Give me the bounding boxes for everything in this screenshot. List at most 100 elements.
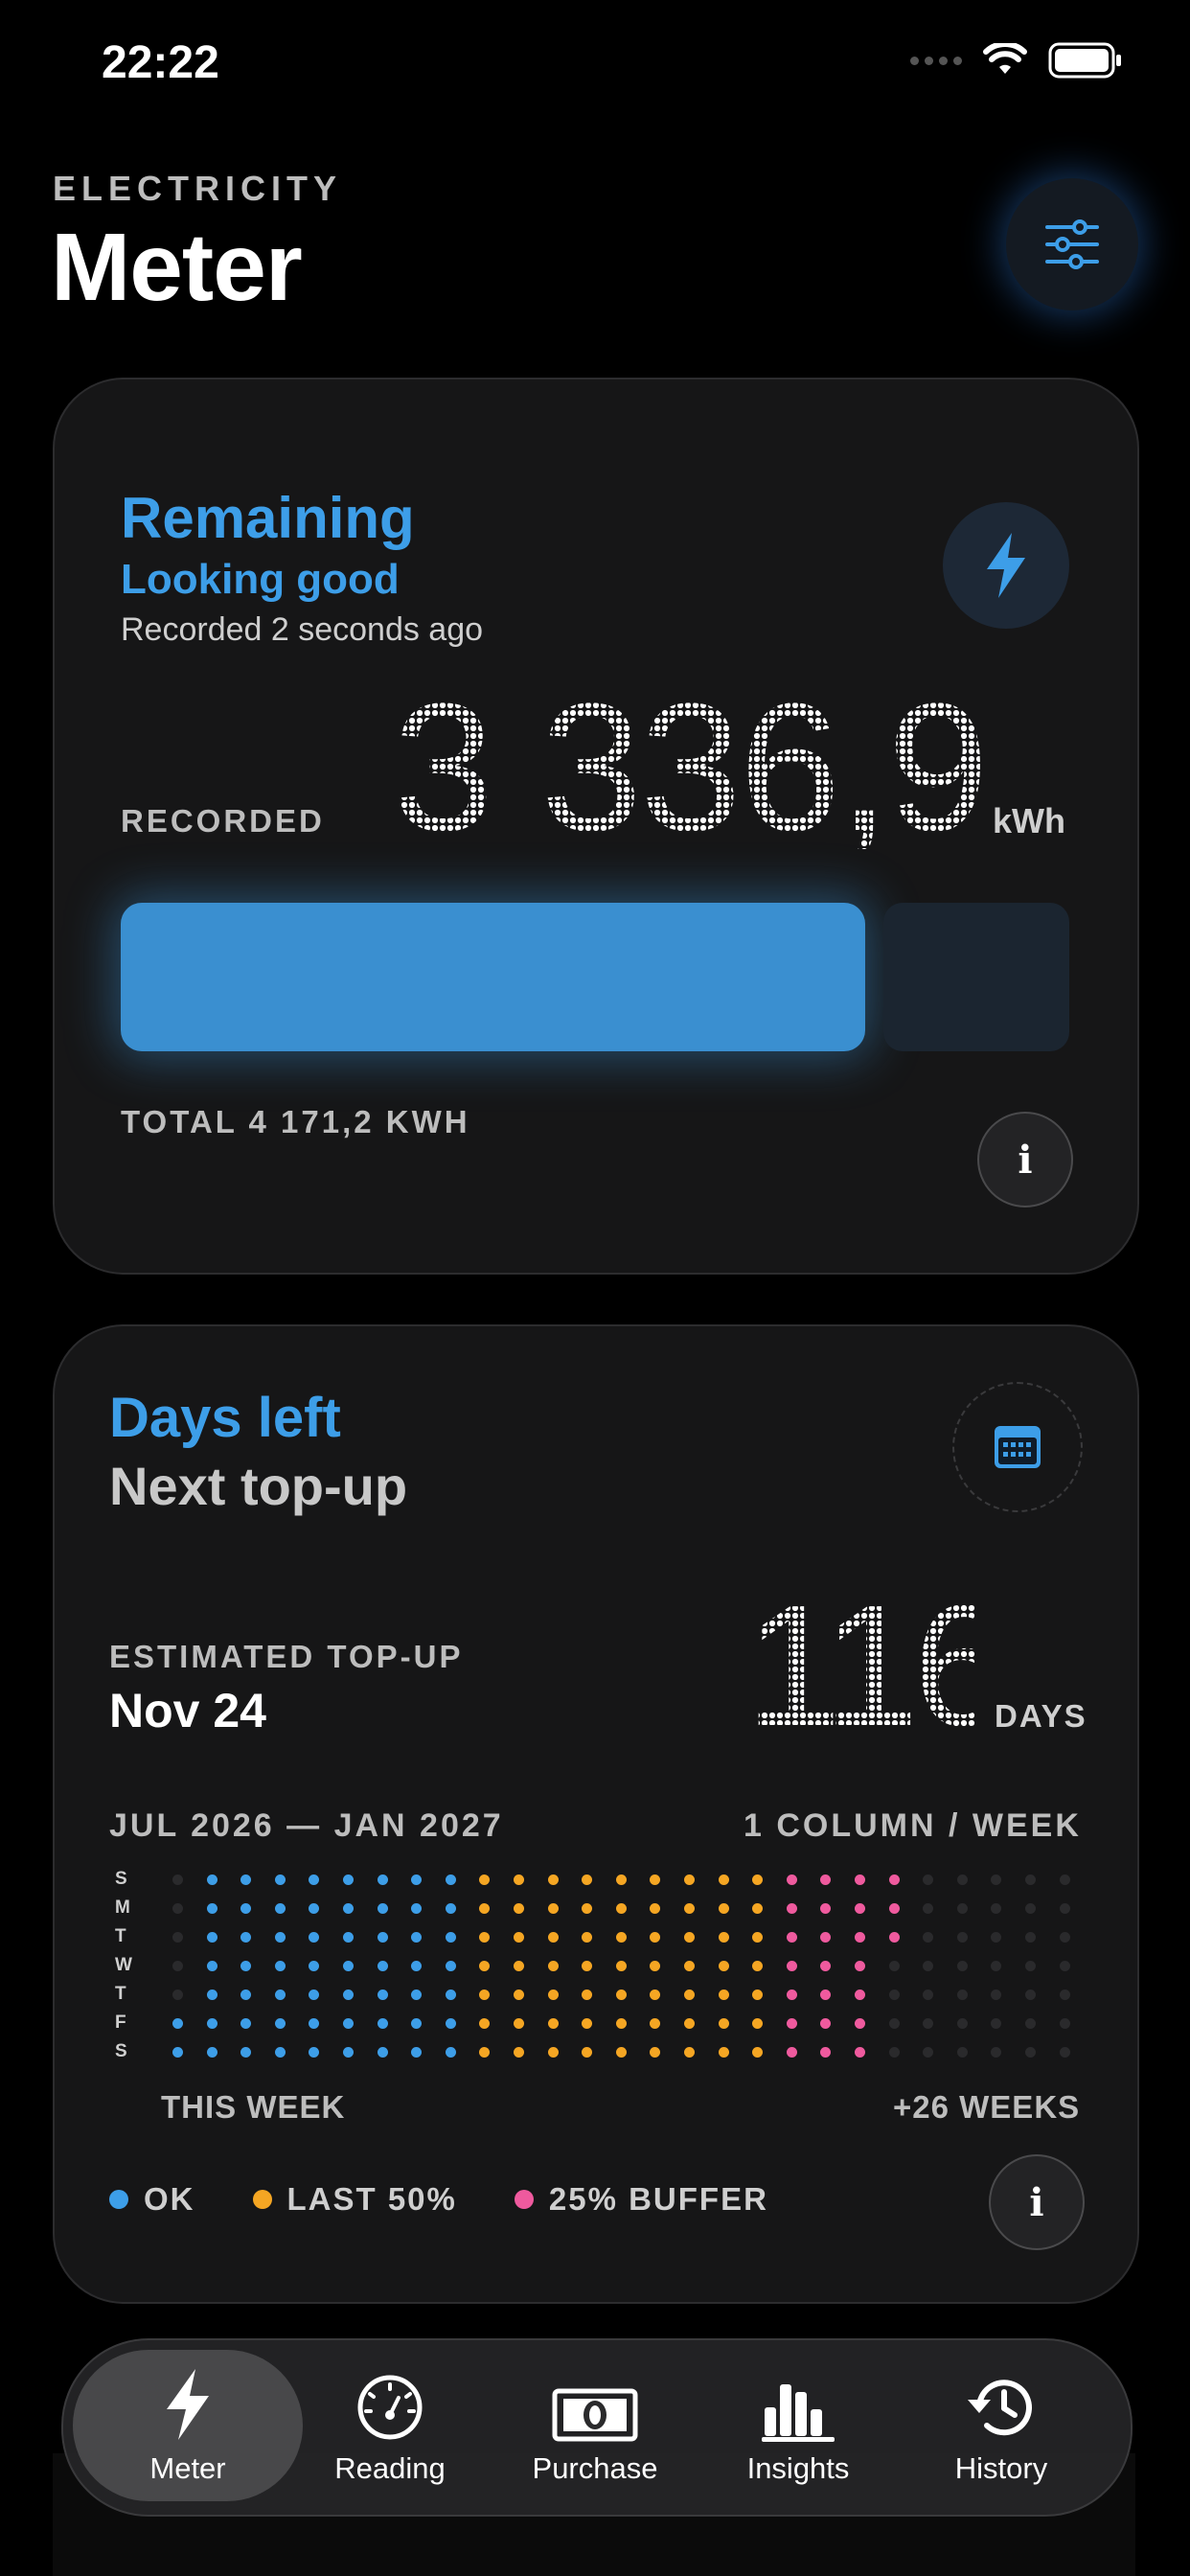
grid-dot — [547, 1932, 559, 1943]
calendar-icon — [995, 1426, 1041, 1468]
grid-dot — [445, 1932, 456, 1943]
grid-dot — [172, 1874, 183, 1885]
remaining-info-button[interactable]: i — [977, 1112, 1073, 1208]
clock-history-icon — [968, 2380, 1032, 2436]
days-left-subtitle: Next top-up — [109, 1456, 408, 1516]
sliders-icon — [1045, 219, 1099, 269]
tab-purchase[interactable]: Purchase — [494, 2350, 696, 2501]
grid-dot — [855, 1903, 865, 1914]
grid-dot — [786, 1932, 797, 1943]
grid-dot — [274, 1874, 286, 1885]
grid-dot — [855, 1990, 865, 2000]
grid-dot — [377, 1990, 388, 2000]
grid-dot — [377, 2047, 388, 2058]
grid-dot — [343, 1903, 354, 1914]
grid-dot — [445, 2018, 456, 2029]
grid-dot — [206, 2047, 217, 2058]
grid-dot — [1059, 1961, 1070, 1971]
settings-button[interactable] — [1006, 178, 1138, 310]
weekday-label: F — [115, 2012, 126, 2033]
tab-history[interactable]: History — [901, 2350, 1102, 2501]
tab-insights[interactable]: Insights — [698, 2350, 899, 2501]
meter-reading-display: 3 336,9 — [393, 686, 987, 849]
meter-reading-value: 3 336,9 — [393, 686, 987, 849]
remaining-bar-empty — [883, 903, 1069, 1051]
grid-dot — [786, 1903, 797, 1914]
grid-dot — [274, 2047, 286, 2058]
grid-dot — [172, 1961, 183, 1971]
tab-reading[interactable]: Reading — [289, 2350, 491, 2501]
grid-dot — [684, 1961, 695, 1971]
days-left-title: Days left — [109, 1387, 341, 1449]
page-title: Meter — [51, 214, 303, 321]
grid-dot — [1025, 2047, 1036, 2058]
grid-dot — [615, 1874, 627, 1885]
grid-dot — [377, 1961, 388, 1971]
grid-dot — [514, 1932, 524, 1943]
info-icon: i — [1029, 2179, 1044, 2225]
grid-dot — [514, 1961, 524, 1971]
grid-dot — [1025, 1932, 1036, 1943]
grid-dot — [547, 1990, 559, 2000]
grid-dot — [172, 1990, 183, 2000]
tab-label: Reading — [334, 2451, 446, 2485]
grid-dot — [1059, 1932, 1070, 1943]
weekday-label: M — [115, 1898, 130, 1918]
grid-dot — [855, 1874, 865, 1885]
grid-dot — [377, 2018, 388, 2029]
grid-dot — [855, 1961, 865, 1971]
grid-dot — [718, 1874, 729, 1885]
grid-dot — [888, 2018, 900, 2029]
grid-dot — [718, 2047, 729, 2058]
grid-dot — [718, 2018, 729, 2029]
grid-dot — [888, 1903, 900, 1914]
legend-dot-buffer — [514, 2190, 534, 2209]
grid-dot — [684, 1990, 695, 2000]
days-info-button[interactable]: i — [989, 2154, 1085, 2250]
grid-dot — [718, 1932, 729, 1943]
grid-dot — [445, 1961, 456, 1971]
grid-dot — [1059, 1874, 1070, 1885]
grid-dot — [514, 2047, 524, 2058]
tab-label: Insights — [746, 2451, 850, 2485]
grid-dot — [1059, 2047, 1070, 2058]
grid-dot — [514, 1874, 524, 1885]
grid-dot — [888, 1874, 900, 1885]
legend-dot-last-50 — [252, 2190, 272, 2209]
grid-start-label: THIS WEEK — [161, 2089, 346, 2125]
grid-dot — [855, 2018, 865, 2029]
grid-dot — [956, 2018, 968, 2029]
grid-dot — [888, 1932, 900, 1943]
recorded-ago: Recorded 2 seconds ago — [121, 611, 484, 648]
days-count-value: 116 — [745, 1581, 975, 1735]
grid-dot — [615, 1932, 627, 1943]
tab-meter[interactable]: Meter — [73, 2350, 303, 2501]
grid-legend: OK LAST 50% 25% BUFFER — [109, 2181, 768, 2218]
grid-dot — [888, 1990, 900, 2000]
grid-dot — [718, 1990, 729, 2000]
status-time: 22:22 — [102, 37, 219, 88]
info-icon: i — [1018, 1137, 1033, 1183]
grid-dot — [172, 2018, 183, 2029]
grid-dot — [343, 2018, 354, 2029]
grid-dot — [343, 1932, 354, 1943]
grid-dot — [786, 2047, 797, 2058]
range-label: JUL 2026 — JAN 2027 — [109, 1807, 504, 1844]
grid-dot — [684, 1903, 695, 1914]
grid-dot — [956, 1874, 968, 1885]
grid-dot — [615, 1903, 627, 1914]
remaining-title: Remaining — [121, 486, 415, 550]
grid-dot — [206, 1961, 217, 1971]
bolt-icon — [167, 2369, 209, 2440]
calendar-button[interactable] — [952, 1382, 1083, 1512]
reading-unit: kWh — [993, 801, 1065, 840]
grid-dot — [206, 1874, 217, 1885]
banknote-icon — [552, 2388, 638, 2442]
remaining-status: Looking good — [121, 556, 400, 603]
recorded-label: RECORDED — [121, 803, 325, 839]
grid-dot — [445, 1990, 456, 2000]
grid-dot — [684, 2047, 695, 2058]
meter-type-button[interactable] — [943, 502, 1069, 629]
grid-dot — [888, 2047, 900, 2058]
grid-dot — [514, 1990, 524, 2000]
